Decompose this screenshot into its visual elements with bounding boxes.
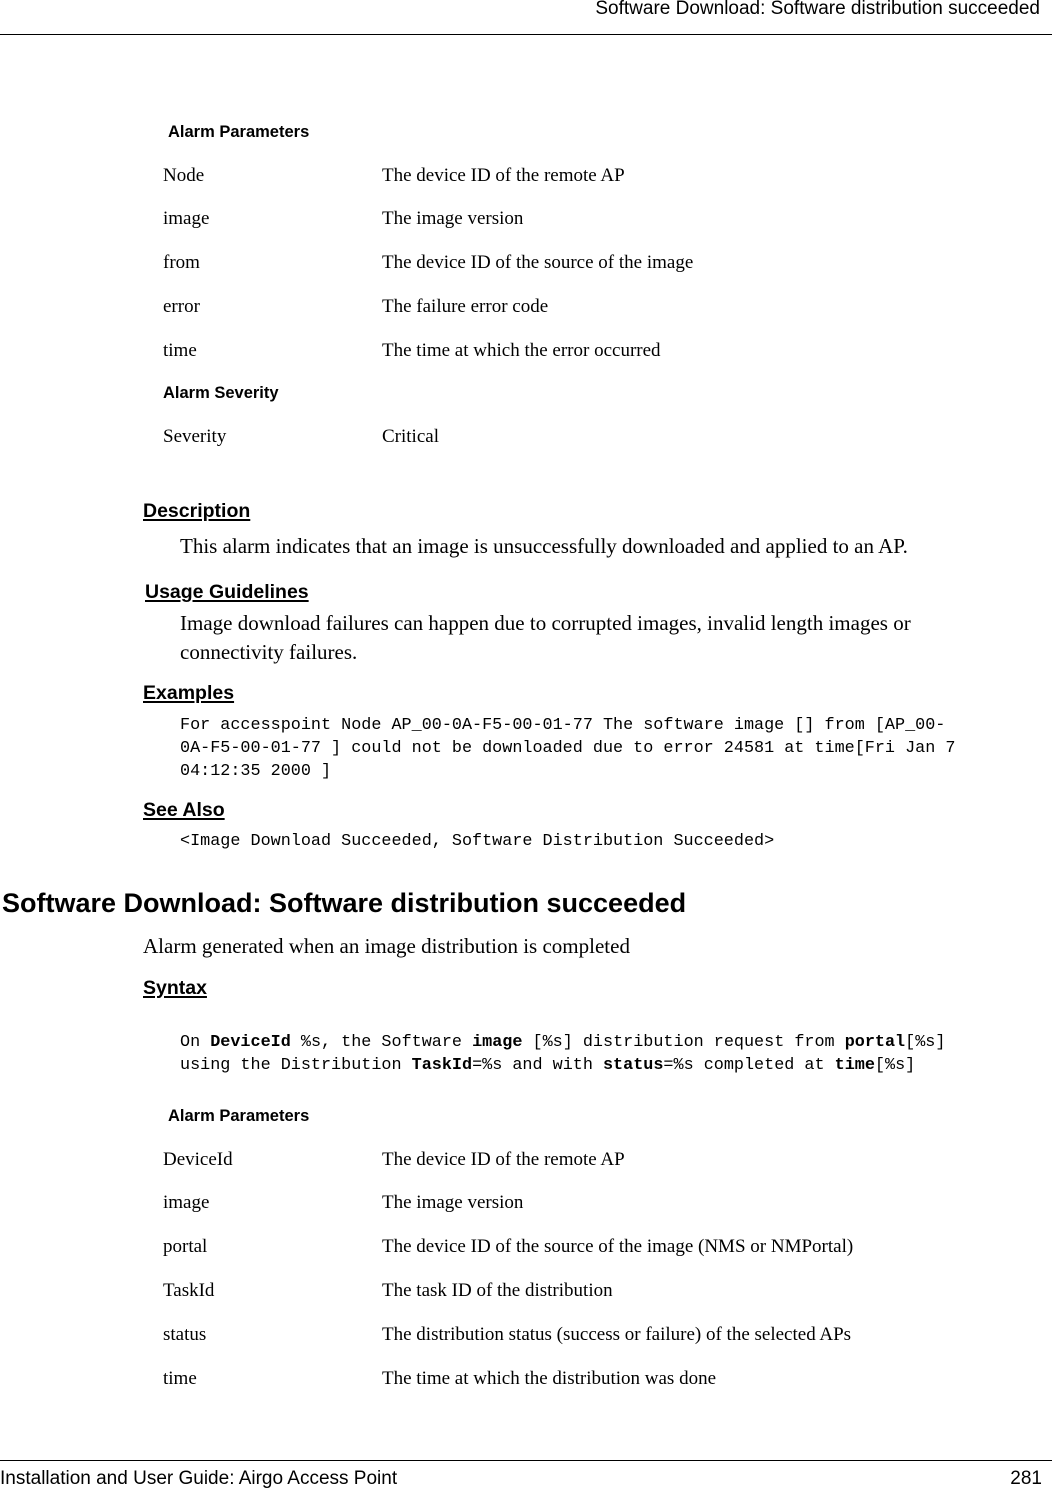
param-desc: The task ID of the distribution bbox=[382, 1280, 613, 1301]
param-name: portal bbox=[163, 1236, 208, 1257]
param-name: error bbox=[163, 296, 200, 317]
param-desc: The device ID of the remote AP bbox=[382, 1149, 625, 1170]
syntax-token: =%s and with bbox=[472, 1056, 603, 1075]
see-also-heading: See Also bbox=[143, 799, 225, 821]
usage-guidelines-line-1: Image download failures can happen due t… bbox=[180, 611, 911, 635]
footer-rule bbox=[0, 1460, 1052, 1461]
param-name: image bbox=[163, 208, 210, 229]
section-summary: Alarm generated when an image distributi… bbox=[143, 934, 630, 958]
param-desc: The distribution status (success or fail… bbox=[382, 1324, 852, 1345]
param-name: time bbox=[163, 1368, 197, 1389]
footer-guide-title: Installation and User Guide: Airgo Acces… bbox=[0, 1468, 398, 1489]
param-desc: The time at which the error occurred bbox=[382, 340, 661, 361]
example-line: 04:12:35 2000 ] bbox=[180, 762, 332, 781]
syntax-token: using the Distribution bbox=[180, 1056, 412, 1075]
section-title: Software Download: Software distribution… bbox=[2, 888, 687, 918]
description-text: This alarm indicates that an image is un… bbox=[180, 534, 908, 558]
running-header: Software Download: Software distribution… bbox=[595, 0, 1040, 19]
syntax-line-2: using the Distribution TaskId=%s and wit… bbox=[180, 1031, 915, 1077]
param-name: Node bbox=[163, 165, 205, 186]
param-name: status bbox=[163, 1324, 207, 1345]
syntax-keyword: time bbox=[834, 1056, 875, 1075]
example-line: For accesspoint Node AP_00-0A-F5-00-01-7… bbox=[180, 716, 946, 735]
severity-label: Severity bbox=[163, 426, 227, 447]
param-desc: The device ID of the remote AP bbox=[382, 165, 625, 186]
syntax-keyword: TaskId bbox=[411, 1056, 473, 1075]
page-number: 281 bbox=[1010, 1468, 1042, 1489]
param-desc: The image version bbox=[382, 1192, 524, 1213]
param-name: TaskId bbox=[163, 1280, 215, 1301]
param-desc: The time at which the distribution was d… bbox=[382, 1368, 717, 1389]
syntax-token: =%s completed at bbox=[663, 1056, 835, 1075]
param-name: time bbox=[163, 340, 197, 361]
examples-heading: Examples bbox=[143, 682, 235, 704]
param-desc: The failure error code bbox=[382, 296, 549, 317]
description-heading: Description bbox=[143, 500, 251, 522]
usage-guidelines-heading: Usage Guidelines bbox=[145, 581, 309, 603]
syntax-heading: Syntax bbox=[143, 977, 207, 999]
example-line: 0A-F5-00-01-77 ] could not be downloaded… bbox=[180, 739, 956, 758]
see-also-text: <Image Download Succeeded, Software Dist… bbox=[180, 832, 775, 851]
header-rule bbox=[0, 34, 1052, 35]
severity-value: Critical bbox=[382, 426, 439, 447]
syntax-token: [%s] bbox=[874, 1056, 916, 1075]
alarm-severity-heading: Alarm Severity bbox=[163, 384, 279, 402]
param-name: DeviceId bbox=[163, 1149, 233, 1170]
param-desc: The device ID of the source of the image bbox=[382, 252, 694, 273]
param-name: from bbox=[163, 252, 200, 273]
param-desc: The device ID of the source of the image… bbox=[382, 1236, 854, 1257]
syntax-keyword: status bbox=[602, 1056, 664, 1075]
param-desc: The image version bbox=[382, 208, 524, 229]
alarm-parameters-heading: Alarm Parameters bbox=[168, 1107, 310, 1125]
usage-guidelines-line-2: connectivity failures. bbox=[180, 640, 358, 664]
alarm-parameters-heading: Alarm Parameters bbox=[168, 123, 310, 141]
param-name: image bbox=[163, 1192, 210, 1213]
